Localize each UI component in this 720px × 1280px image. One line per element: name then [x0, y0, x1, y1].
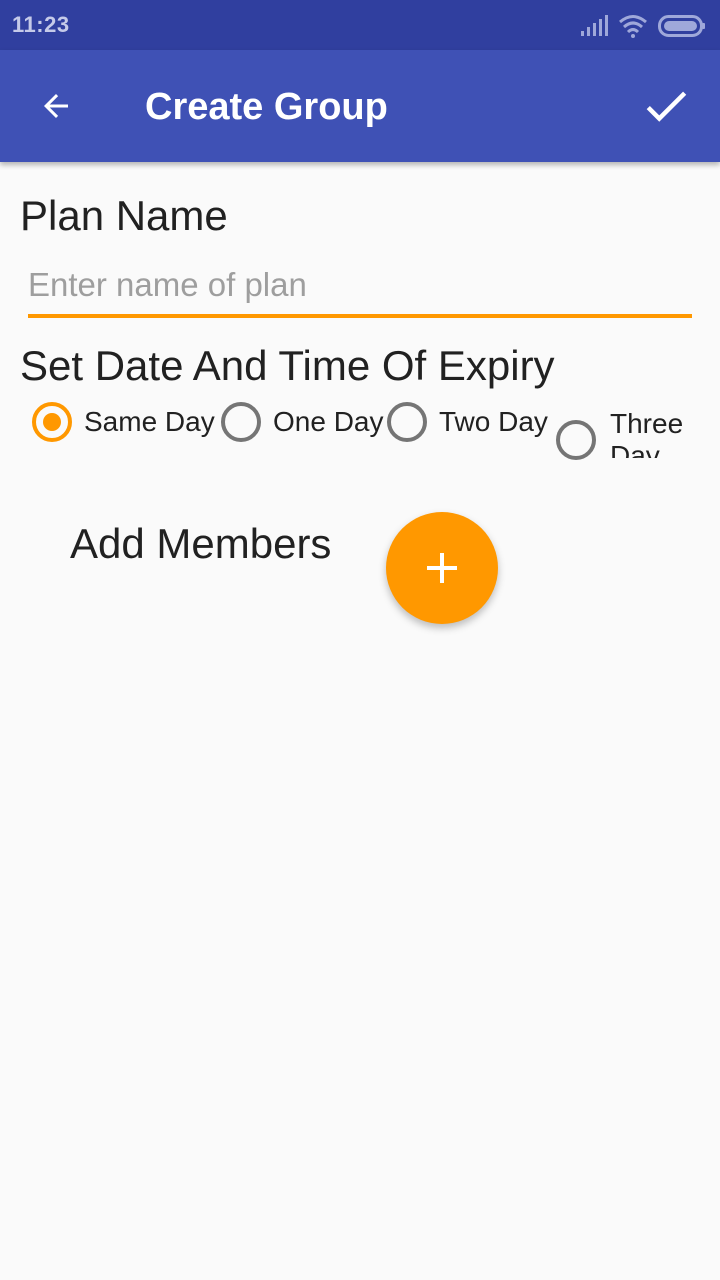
add-members-label: Add Members — [70, 520, 332, 567]
arrow-back-icon — [44, 94, 68, 118]
status-bar: 11:23 — [0, 0, 720, 50]
back-button[interactable] — [26, 76, 86, 136]
radio-label: Two Day — [439, 406, 548, 437]
status-time: 11:23 — [12, 12, 70, 37]
radio-button[interactable] — [387, 402, 427, 442]
confirm-button[interactable] — [634, 74, 698, 138]
radio-button[interactable] — [221, 402, 261, 442]
plus-icon — [427, 553, 457, 583]
page-title: Create Group — [145, 86, 388, 128]
radio-button[interactable] — [556, 420, 596, 460]
radio-three-day[interactable]: Three Day — [556, 408, 700, 460]
battery-icon — [658, 15, 705, 37]
status-icons — [580, 13, 706, 39]
plan-name-label: Plan Name — [20, 192, 228, 239]
signal-icon — [581, 15, 608, 36]
radio-label: Three Day — [610, 408, 684, 458]
add-member-button[interactable] — [386, 512, 498, 624]
plan-name-input[interactable] — [28, 262, 692, 318]
radio-label: One Day — [273, 406, 384, 437]
check-icon — [646, 91, 687, 122]
wifi-icon — [619, 15, 647, 38]
radio-same-day[interactable]: Same Day — [32, 402, 215, 442]
radio-two-day[interactable]: Two Day — [387, 402, 548, 442]
radio-button-checked[interactable] — [32, 402, 72, 442]
expiry-label: Set Date And Time Of Expiry — [20, 342, 555, 389]
toolbar: Create Group — [0, 50, 720, 162]
radio-one-day[interactable]: One Day — [221, 402, 384, 442]
radio-label: Same Day — [84, 406, 215, 437]
